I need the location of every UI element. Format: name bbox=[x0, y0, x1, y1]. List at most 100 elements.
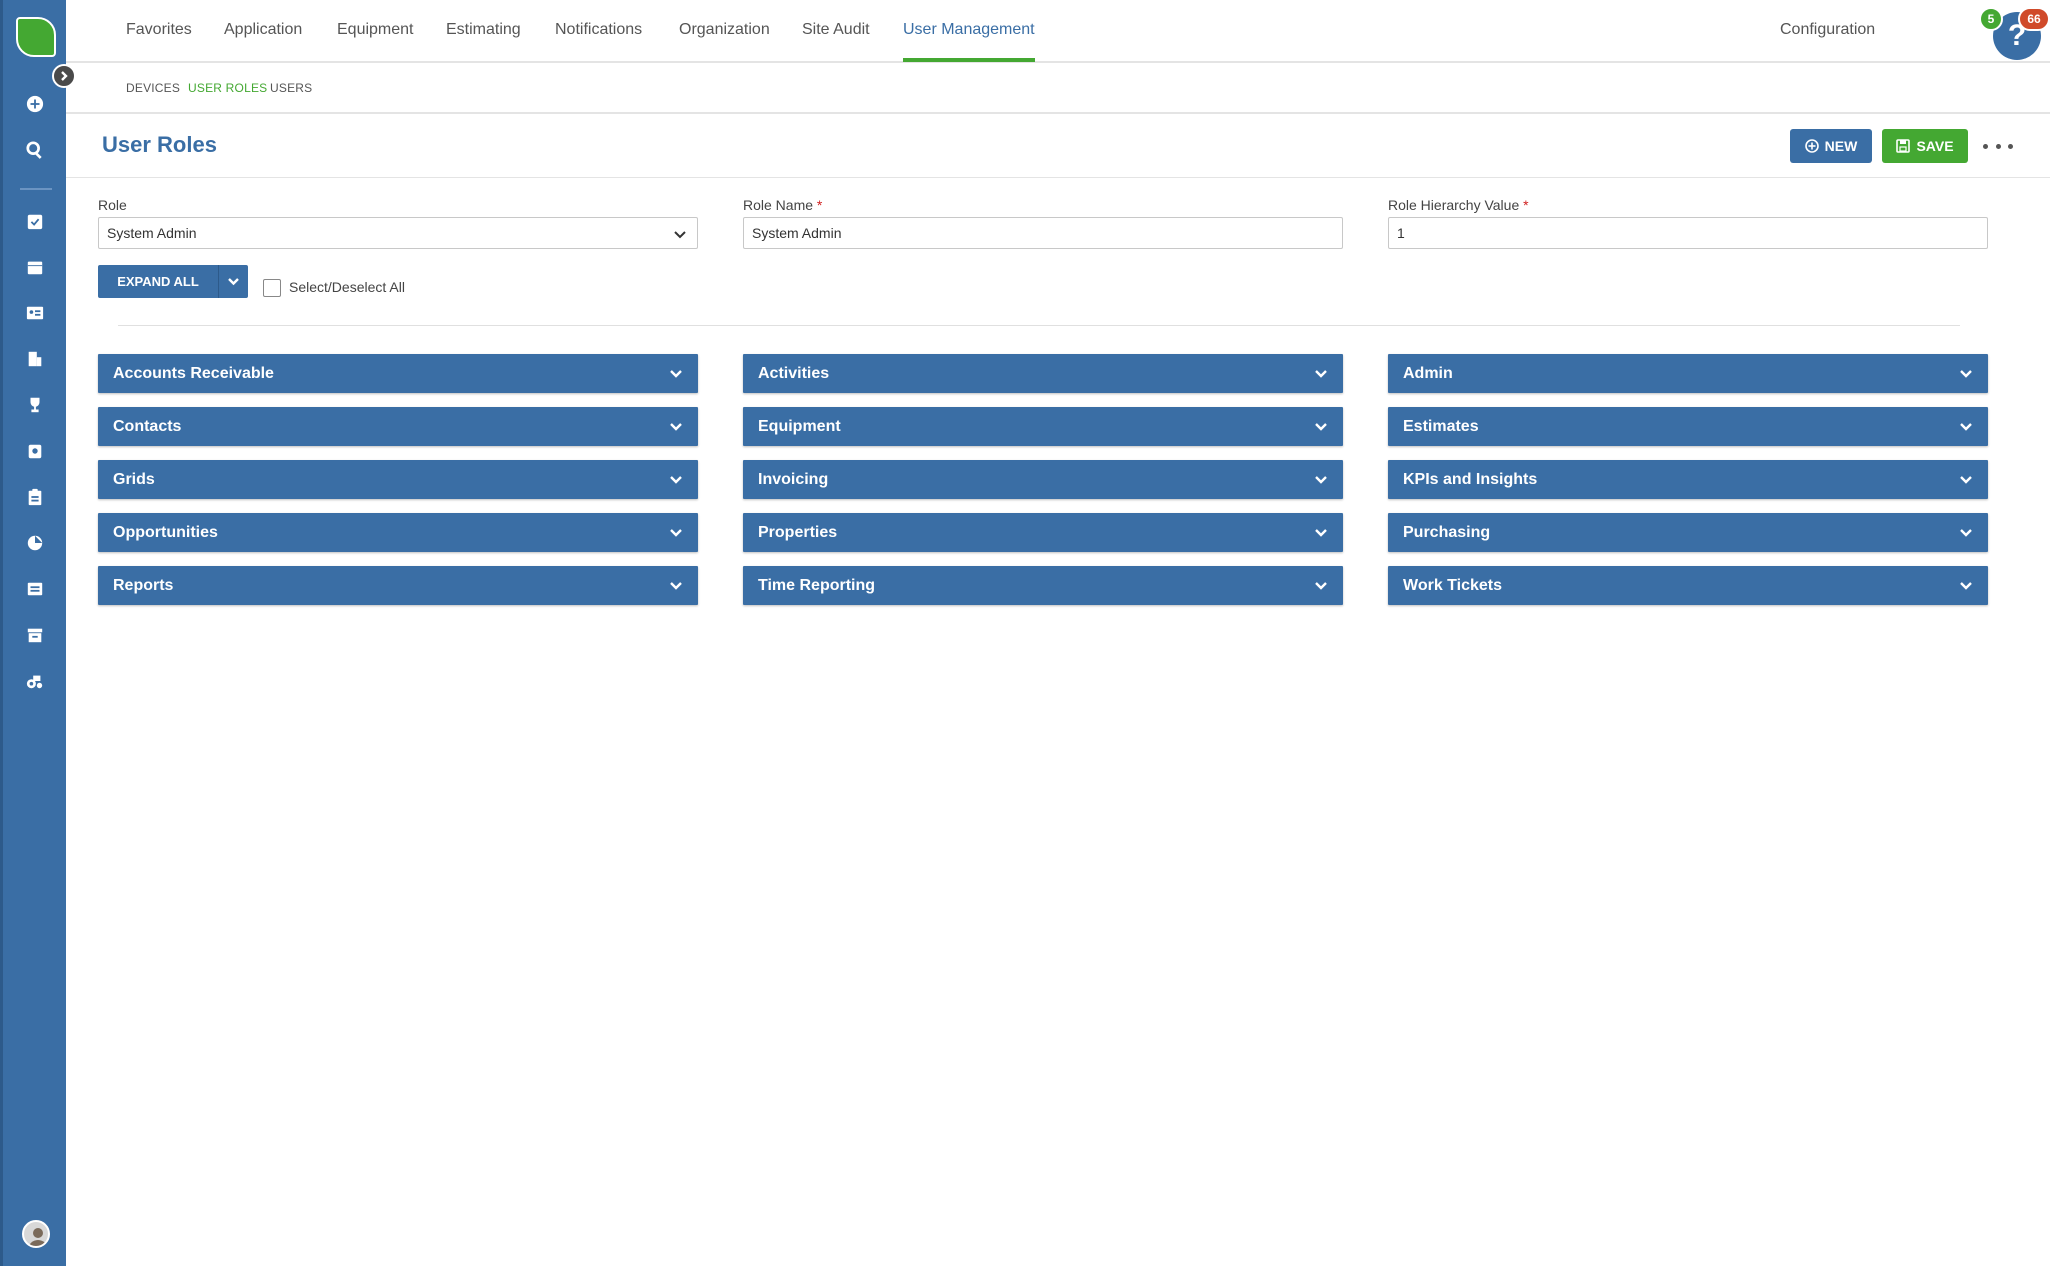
top-navigation: Favorites Application Equipment Estimati… bbox=[66, 0, 2050, 63]
subtab-users[interactable]: USERS bbox=[270, 81, 312, 95]
active-tab-indicator bbox=[903, 58, 1035, 62]
panel-reports[interactable]: Reports bbox=[98, 566, 698, 605]
chevron-down-icon bbox=[673, 227, 687, 241]
chevron-down-icon bbox=[1958, 525, 1974, 541]
new-button[interactable]: NEW bbox=[1790, 129, 1872, 163]
panel-label: Time Reporting bbox=[758, 576, 876, 594]
panel-invoicing[interactable]: Invoicing bbox=[743, 460, 1343, 499]
notification-badge-red[interactable]: 66 bbox=[2018, 7, 2050, 31]
inventory-icon[interactable] bbox=[25, 625, 45, 645]
search-icon[interactable] bbox=[25, 140, 45, 160]
app-logo[interactable] bbox=[16, 17, 56, 57]
panel-label: Grids bbox=[113, 470, 155, 488]
role-hierarchy-label: Role Hierarchy Value * bbox=[1388, 197, 1529, 213]
chevron-down-icon bbox=[228, 278, 239, 286]
user-avatar[interactable] bbox=[22, 1220, 50, 1248]
clipboard-icon[interactable] bbox=[25, 487, 45, 507]
sidebar-expand-toggle[interactable] bbox=[52, 64, 76, 88]
chevron-down-icon bbox=[668, 578, 684, 594]
add-circle-icon bbox=[1804, 139, 1819, 153]
more-options-icon[interactable] bbox=[1983, 138, 2013, 154]
trophy-icon[interactable] bbox=[25, 395, 45, 415]
panel-properties[interactable]: Properties bbox=[743, 513, 1343, 552]
chevron-down-icon bbox=[668, 366, 684, 382]
new-button-label: NEW bbox=[1824, 138, 1858, 154]
tab-site-audit[interactable]: Site Audit bbox=[802, 21, 870, 39]
expand-dropdown-toggle[interactable] bbox=[218, 265, 248, 298]
panel-label: Reports bbox=[113, 576, 174, 594]
panel-contacts[interactable]: Contacts bbox=[98, 407, 698, 446]
panel-label: Invoicing bbox=[758, 470, 829, 488]
role-label: Role bbox=[98, 197, 127, 213]
notification-badge-green[interactable]: 5 bbox=[1979, 7, 2003, 31]
chevron-down-icon bbox=[668, 525, 684, 541]
panel-label: Accounts Receivable bbox=[113, 364, 274, 382]
chevron-down-icon bbox=[1313, 366, 1329, 382]
chevron-down-icon bbox=[1958, 366, 1974, 382]
clipboard-search-icon[interactable] bbox=[25, 441, 45, 461]
role-name-value: System Admin bbox=[752, 225, 842, 241]
panel-opportunities[interactable]: Opportunities bbox=[98, 513, 698, 552]
tab-organization[interactable]: Organization bbox=[679, 21, 770, 39]
panel-label: Properties bbox=[758, 523, 838, 541]
page-title: User Roles bbox=[102, 132, 217, 157]
panel-estimates[interactable]: Estimates bbox=[1388, 407, 1988, 446]
panel-label: Opportunities bbox=[113, 523, 218, 541]
chevron-down-icon bbox=[1313, 578, 1329, 594]
tab-configuration[interactable]: Configuration bbox=[1780, 21, 1875, 39]
chevron-down-icon bbox=[1313, 525, 1329, 541]
panel-label: Work Tickets bbox=[1403, 576, 1503, 594]
invoice-icon[interactable] bbox=[25, 579, 45, 599]
panel-admin[interactable]: Admin bbox=[1388, 354, 1988, 393]
contact-card-icon[interactable] bbox=[25, 303, 45, 323]
subtab-devices[interactable]: DEVICES bbox=[126, 81, 180, 95]
select-all-label: Select/Deselect All bbox=[289, 279, 405, 295]
pie-chart-icon[interactable] bbox=[25, 533, 45, 553]
chevron-down-icon bbox=[1313, 472, 1329, 488]
panel-activities[interactable]: Activities bbox=[743, 354, 1343, 393]
role-select[interactable]: System Admin bbox=[98, 217, 698, 249]
role-name-input[interactable]: System Admin bbox=[743, 217, 1343, 249]
panel-label: KPIs and Insights bbox=[1403, 470, 1538, 488]
tab-application[interactable]: Application bbox=[224, 21, 302, 39]
sidebar bbox=[0, 0, 66, 1266]
role-select-value: System Admin bbox=[107, 225, 197, 241]
tab-user-management[interactable]: User Management bbox=[903, 21, 1035, 39]
role-name-label: Role Name * bbox=[743, 197, 823, 213]
panel-label: Activities bbox=[758, 364, 830, 382]
chevron-down-icon bbox=[1958, 472, 1974, 488]
panel-grids[interactable]: Grids bbox=[98, 460, 698, 499]
panel-accounts-receivable[interactable]: Accounts Receivable bbox=[98, 354, 698, 393]
expand-all-button[interactable]: EXPAND ALL bbox=[98, 265, 248, 298]
panel-kpis-and-insights[interactable]: KPIs and Insights bbox=[1388, 460, 1988, 499]
section-divider bbox=[118, 325, 1960, 326]
panel-label: Estimates bbox=[1403, 417, 1479, 435]
tasks-icon[interactable] bbox=[25, 211, 45, 231]
add-circle-icon[interactable] bbox=[25, 94, 45, 114]
chevron-down-icon bbox=[1313, 419, 1329, 435]
panel-purchasing[interactable]: Purchasing bbox=[1388, 513, 1988, 552]
sidebar-divider bbox=[20, 188, 52, 190]
panel-label: Contacts bbox=[113, 417, 182, 435]
tab-estimating[interactable]: Estimating bbox=[446, 21, 521, 39]
tab-notifications[interactable]: Notifications bbox=[555, 21, 642, 39]
calendar-icon[interactable] bbox=[25, 257, 45, 277]
chevron-down-icon bbox=[668, 419, 684, 435]
panel-time-reporting[interactable]: Time Reporting bbox=[743, 566, 1343, 605]
panel-label: Admin bbox=[1403, 364, 1453, 382]
save-disk-icon bbox=[1896, 139, 1911, 153]
role-hierarchy-input[interactable]: 1 bbox=[1388, 217, 1988, 249]
tractor-icon[interactable] bbox=[25, 671, 45, 691]
building-icon[interactable] bbox=[25, 349, 45, 369]
panel-work-tickets[interactable]: Work Tickets bbox=[1388, 566, 1988, 605]
tab-equipment[interactable]: Equipment bbox=[337, 21, 414, 39]
save-button-label: SAVE bbox=[1916, 138, 1954, 154]
role-hierarchy-value: 1 bbox=[1397, 225, 1405, 241]
select-all-checkbox[interactable] bbox=[263, 279, 281, 297]
chevron-down-icon bbox=[668, 472, 684, 488]
header-divider bbox=[66, 177, 2050, 178]
subtab-user-roles[interactable]: USER ROLES bbox=[188, 81, 267, 95]
save-button[interactable]: SAVE bbox=[1882, 129, 1968, 163]
tab-favorites[interactable]: Favorites bbox=[126, 21, 192, 39]
panel-equipment[interactable]: Equipment bbox=[743, 407, 1343, 446]
